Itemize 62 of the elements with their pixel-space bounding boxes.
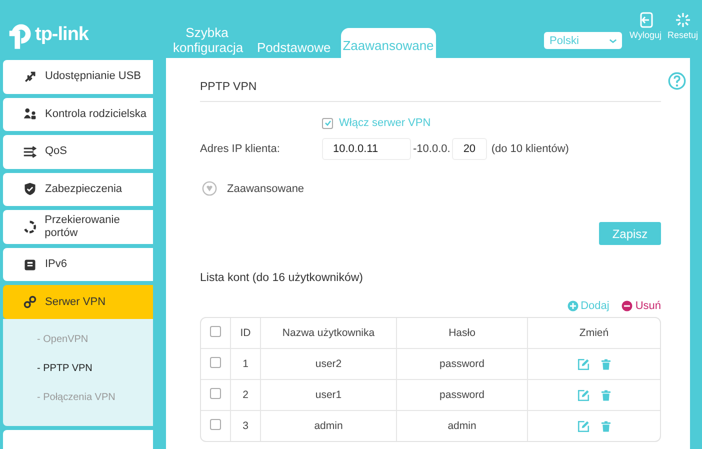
checkbox-label: Włącz serwer VPN: [339, 117, 431, 129]
delete-button[interactable]: [600, 388, 612, 402]
advanced-toggle[interactable]: Zaawansowane: [200, 181, 304, 196]
field-label: Adres IP klienta:: [200, 143, 281, 155]
trash-icon: [600, 388, 612, 402]
sidebar-item[interactable]: Udostępnianie USB: [3, 60, 153, 94]
delete-button[interactable]: Usuń: [621, 300, 661, 312]
delete-button[interactable]: [600, 358, 612, 370]
sidebar-item[interactable]: Zabezpieczenia: [3, 172, 153, 206]
logout-icon: [638, 12, 654, 28]
submenu-item[interactable]: - PPTP VPN: [37, 354, 92, 383]
logo-text: tp-link: [35, 24, 88, 46]
section-title: Lista kont (do 16 użytkowników): [200, 272, 364, 284]
edit-icon: [576, 358, 590, 370]
sidebar-item[interactable]: Przekierowanie portów: [3, 210, 153, 244]
chevron-circle-icon: [202, 181, 217, 196]
sidebar-item[interactable]: Serwer VPN: [3, 285, 153, 319]
table-cell: admin: [260, 411, 396, 441]
ip-start-field[interactable]: 10.0.0.11: [322, 138, 411, 160]
edit-button[interactable]: [576, 358, 590, 370]
edit-icon: [576, 420, 590, 432]
table-cell: 2: [230, 380, 260, 411]
ip-prefix: -10.0.0.: [413, 143, 450, 155]
check-icon: [324, 119, 332, 127]
checkbox[interactable]: [210, 326, 221, 337]
column-header: Zmień: [527, 318, 660, 349]
plus-icon: [566, 300, 579, 312]
table-cell: password: [396, 380, 527, 411]
document-icon: [23, 258, 37, 272]
delete-button[interactable]: [600, 420, 612, 432]
spinner-icon: [674, 12, 691, 28]
edit-button[interactable]: [576, 420, 590, 432]
table-cell: 1: [230, 349, 260, 380]
column-header: Nazwa użytkownika: [260, 318, 396, 349]
checkbox[interactable]: [210, 419, 221, 430]
ip-end-field[interactable]: 20: [452, 138, 488, 160]
minus-icon: [621, 300, 634, 312]
shield-icon: [23, 182, 37, 196]
people-icon: [23, 107, 37, 122]
help-icon[interactable]: [668, 72, 686, 90]
usb-icon: [23, 70, 37, 84]
sidebar-item[interactable]: IPv6: [3, 248, 153, 282]
table-cell: user1: [260, 380, 396, 411]
section-title: PPTP VPN: [200, 74, 661, 102]
column-header: Hasło: [396, 318, 527, 349]
table-cell: 3: [230, 411, 260, 441]
column-header: ID: [230, 318, 260, 349]
sidebar-item[interactable]: Kontrola rodzicielska: [3, 98, 153, 132]
table-cell: password: [396, 349, 527, 380]
checkbox[interactable]: [322, 118, 333, 128]
table-cell: admin: [396, 411, 527, 441]
checkbox[interactable]: [210, 357, 221, 368]
client-limit-note: (do 10 klientów): [491, 143, 569, 155]
edit-icon: [576, 388, 590, 402]
chain-link-icon: [23, 295, 37, 310]
table-cell: user2: [260, 349, 396, 380]
trash-icon: [600, 420, 612, 432]
trash-icon: [600, 358, 612, 370]
lines-icon: [23, 144, 37, 159]
checkbox[interactable]: [210, 388, 221, 399]
edit-button[interactable]: [576, 388, 590, 402]
sidebar-item[interactable]: QoS: [3, 135, 153, 169]
